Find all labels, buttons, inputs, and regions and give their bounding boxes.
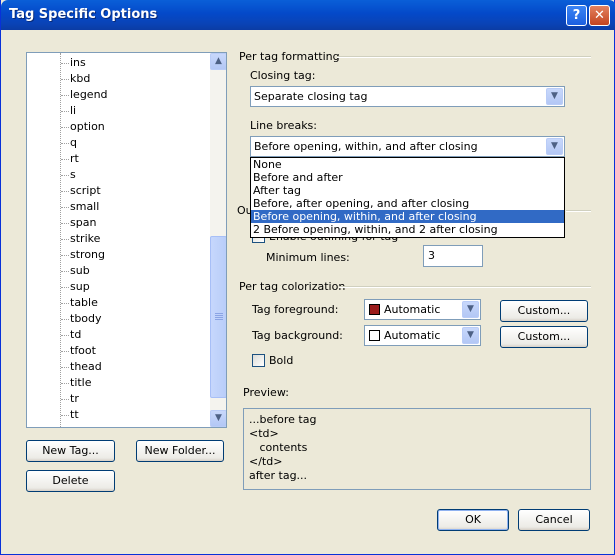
tag-list-item[interactable]: li — [60, 103, 76, 119]
line-breaks-option[interactable]: After tag — [251, 184, 564, 197]
preview-line: ...before tag — [249, 413, 317, 426]
foreground-custom-button[interactable]: Custom... — [500, 300, 588, 322]
chevron-down-icon[interactable]: ▼ — [546, 138, 563, 155]
line-breaks-select[interactable]: Before opening, within, and after closin… — [250, 136, 565, 157]
line-breaks-option[interactable]: 2 Before opening, within, and 2 after cl… — [251, 223, 564, 236]
tag-list-item[interactable]: kbd — [60, 71, 90, 87]
divider — [337, 56, 591, 58]
ok-label: OK — [465, 513, 481, 526]
new-tag-label: New Tag... — [42, 444, 99, 457]
line-breaks-value: Before opening, within, and after closin… — [254, 140, 478, 153]
tag-list-item[interactable]: tbody — [61, 311, 102, 327]
closing-tag-label: Closing tag: — [250, 69, 316, 82]
preview-line: <td> — [249, 427, 279, 440]
tag-list-item[interactable]: sup — [61, 279, 90, 295]
scroll-down-arrow-icon[interactable]: ▼ — [210, 410, 226, 427]
tag-list-item[interactable]: s — [61, 167, 76, 183]
tag-list-item[interactable]: thead — [61, 359, 102, 375]
tag-list-item[interactable]: span — [60, 215, 96, 231]
dialog-window: Tag Specific Options ? ✕ ins kbd legend li o… — [0, 0, 615, 555]
bold-checkbox[interactable] — [252, 354, 265, 367]
help-button[interactable]: ? — [566, 5, 587, 26]
close-button[interactable]: ✕ — [589, 5, 610, 26]
custom-label: Custom... — [517, 304, 571, 317]
background-custom-button[interactable]: Custom... — [500, 326, 588, 348]
delete-label: Delete — [52, 474, 89, 487]
tag-list-item[interactable]: sub — [61, 263, 90, 279]
scroll-up-arrow-icon[interactable]: ▲ — [210, 53, 226, 70]
tag-list-item[interactable]: q — [61, 135, 77, 151]
tag-background-select[interactable]: Automatic ▼ — [364, 325, 481, 346]
divider — [339, 286, 591, 288]
cancel-button[interactable]: Cancel — [518, 509, 590, 531]
tag-foreground-value: Automatic — [384, 303, 441, 316]
tag-foreground-select[interactable]: Automatic ▼ — [364, 299, 481, 320]
preview-label: Preview: — [243, 386, 289, 399]
tag-foreground-label: Tag foreground: — [252, 303, 339, 316]
bold-label: Bold — [269, 354, 294, 367]
background-color-swatch — [369, 330, 380, 341]
tag-list-item[interactable]: legend — [61, 87, 108, 103]
new-folder-button[interactable]: New Folder... — [136, 440, 224, 462]
line-breaks-option[interactable]: None — [251, 158, 564, 171]
foreground-color-swatch — [369, 304, 380, 315]
closing-tag-value: Separate closing tag — [254, 90, 368, 103]
ok-button[interactable]: OK — [437, 509, 509, 531]
grip-icon — [215, 313, 223, 320]
tag-list-item[interactable]: script — [61, 183, 101, 199]
tag-list-item[interactable]: table — [61, 295, 98, 311]
tag-list-item[interactable]: rt — [61, 151, 79, 167]
window-title: Tag Specific Options — [9, 7, 158, 22]
tag-list-scrollbar[interactable]: ▲ ▼ — [210, 53, 226, 427]
chevron-down-icon[interactable]: ▼ — [462, 327, 479, 344]
tag-list-item[interactable]: ins — [61, 55, 86, 71]
title-bar[interactable]: Tag Specific Options ? ✕ — [1, 0, 615, 30]
line-breaks-dropdown-list[interactable]: None Before and after After tag Before, aft… — [250, 157, 565, 238]
tag-list-item[interactable]: tfoot — [61, 343, 96, 359]
tag-list-item[interactable]: tr — [61, 391, 79, 407]
cancel-label: Cancel — [535, 513, 573, 526]
minimum-lines-value: 3 — [428, 249, 435, 262]
chevron-down-icon[interactable]: ▼ — [462, 301, 479, 318]
chevron-down-icon[interactable]: ▼ — [546, 88, 563, 105]
tag-tree-list[interactable]: ins kbd legend li option q rt s script small span s… — [26, 52, 227, 428]
preview-line: </td> — [249, 455, 283, 468]
minimum-lines-label: Minimum lines: — [266, 251, 350, 264]
tag-list-item[interactable]: small — [60, 199, 99, 215]
tag-background-label: Tag background: — [252, 329, 343, 342]
tag-background-value: Automatic — [384, 329, 441, 342]
closing-tag-select[interactable]: Separate closing tag ▼ — [250, 86, 565, 107]
line-breaks-option[interactable]: Before and after — [251, 171, 564, 184]
tag-list-item[interactable]: option — [61, 119, 105, 135]
new-folder-label: New Folder... — [144, 444, 216, 457]
tag-list-item[interactable]: td — [60, 327, 81, 343]
divider — [566, 210, 591, 212]
tag-list-item[interactable]: strike — [60, 231, 100, 247]
tag-list-item[interactable]: title — [61, 375, 92, 391]
line-breaks-option[interactable]: Before, after opening, and after closing — [251, 197, 564, 210]
tree-connector — [60, 53, 61, 427]
per-tag-colorization-header: Per tag colorization — [239, 280, 346, 293]
line-breaks-label: Line breaks: — [250, 119, 317, 132]
delete-button[interactable]: Delete — [26, 470, 115, 492]
preview-box: ...before tag <td> contents </td> after … — [243, 408, 591, 490]
new-tag-button[interactable]: New Tag... — [26, 440, 115, 462]
line-breaks-option[interactable]: Before opening, within, and after closin… — [251, 210, 564, 223]
tag-list-item[interactable]: strong — [60, 247, 105, 263]
custom-label: Custom... — [517, 330, 571, 343]
scroll-thumb[interactable] — [210, 236, 226, 398]
preview-line: after tag... — [249, 469, 308, 482]
per-tag-formatting-header: Per tag formatting — [239, 50, 340, 63]
tag-list-item[interactable]: tt — [61, 407, 79, 423]
minimum-lines-input[interactable]: 3 — [423, 245, 483, 267]
preview-line: contents — [249, 441, 308, 454]
